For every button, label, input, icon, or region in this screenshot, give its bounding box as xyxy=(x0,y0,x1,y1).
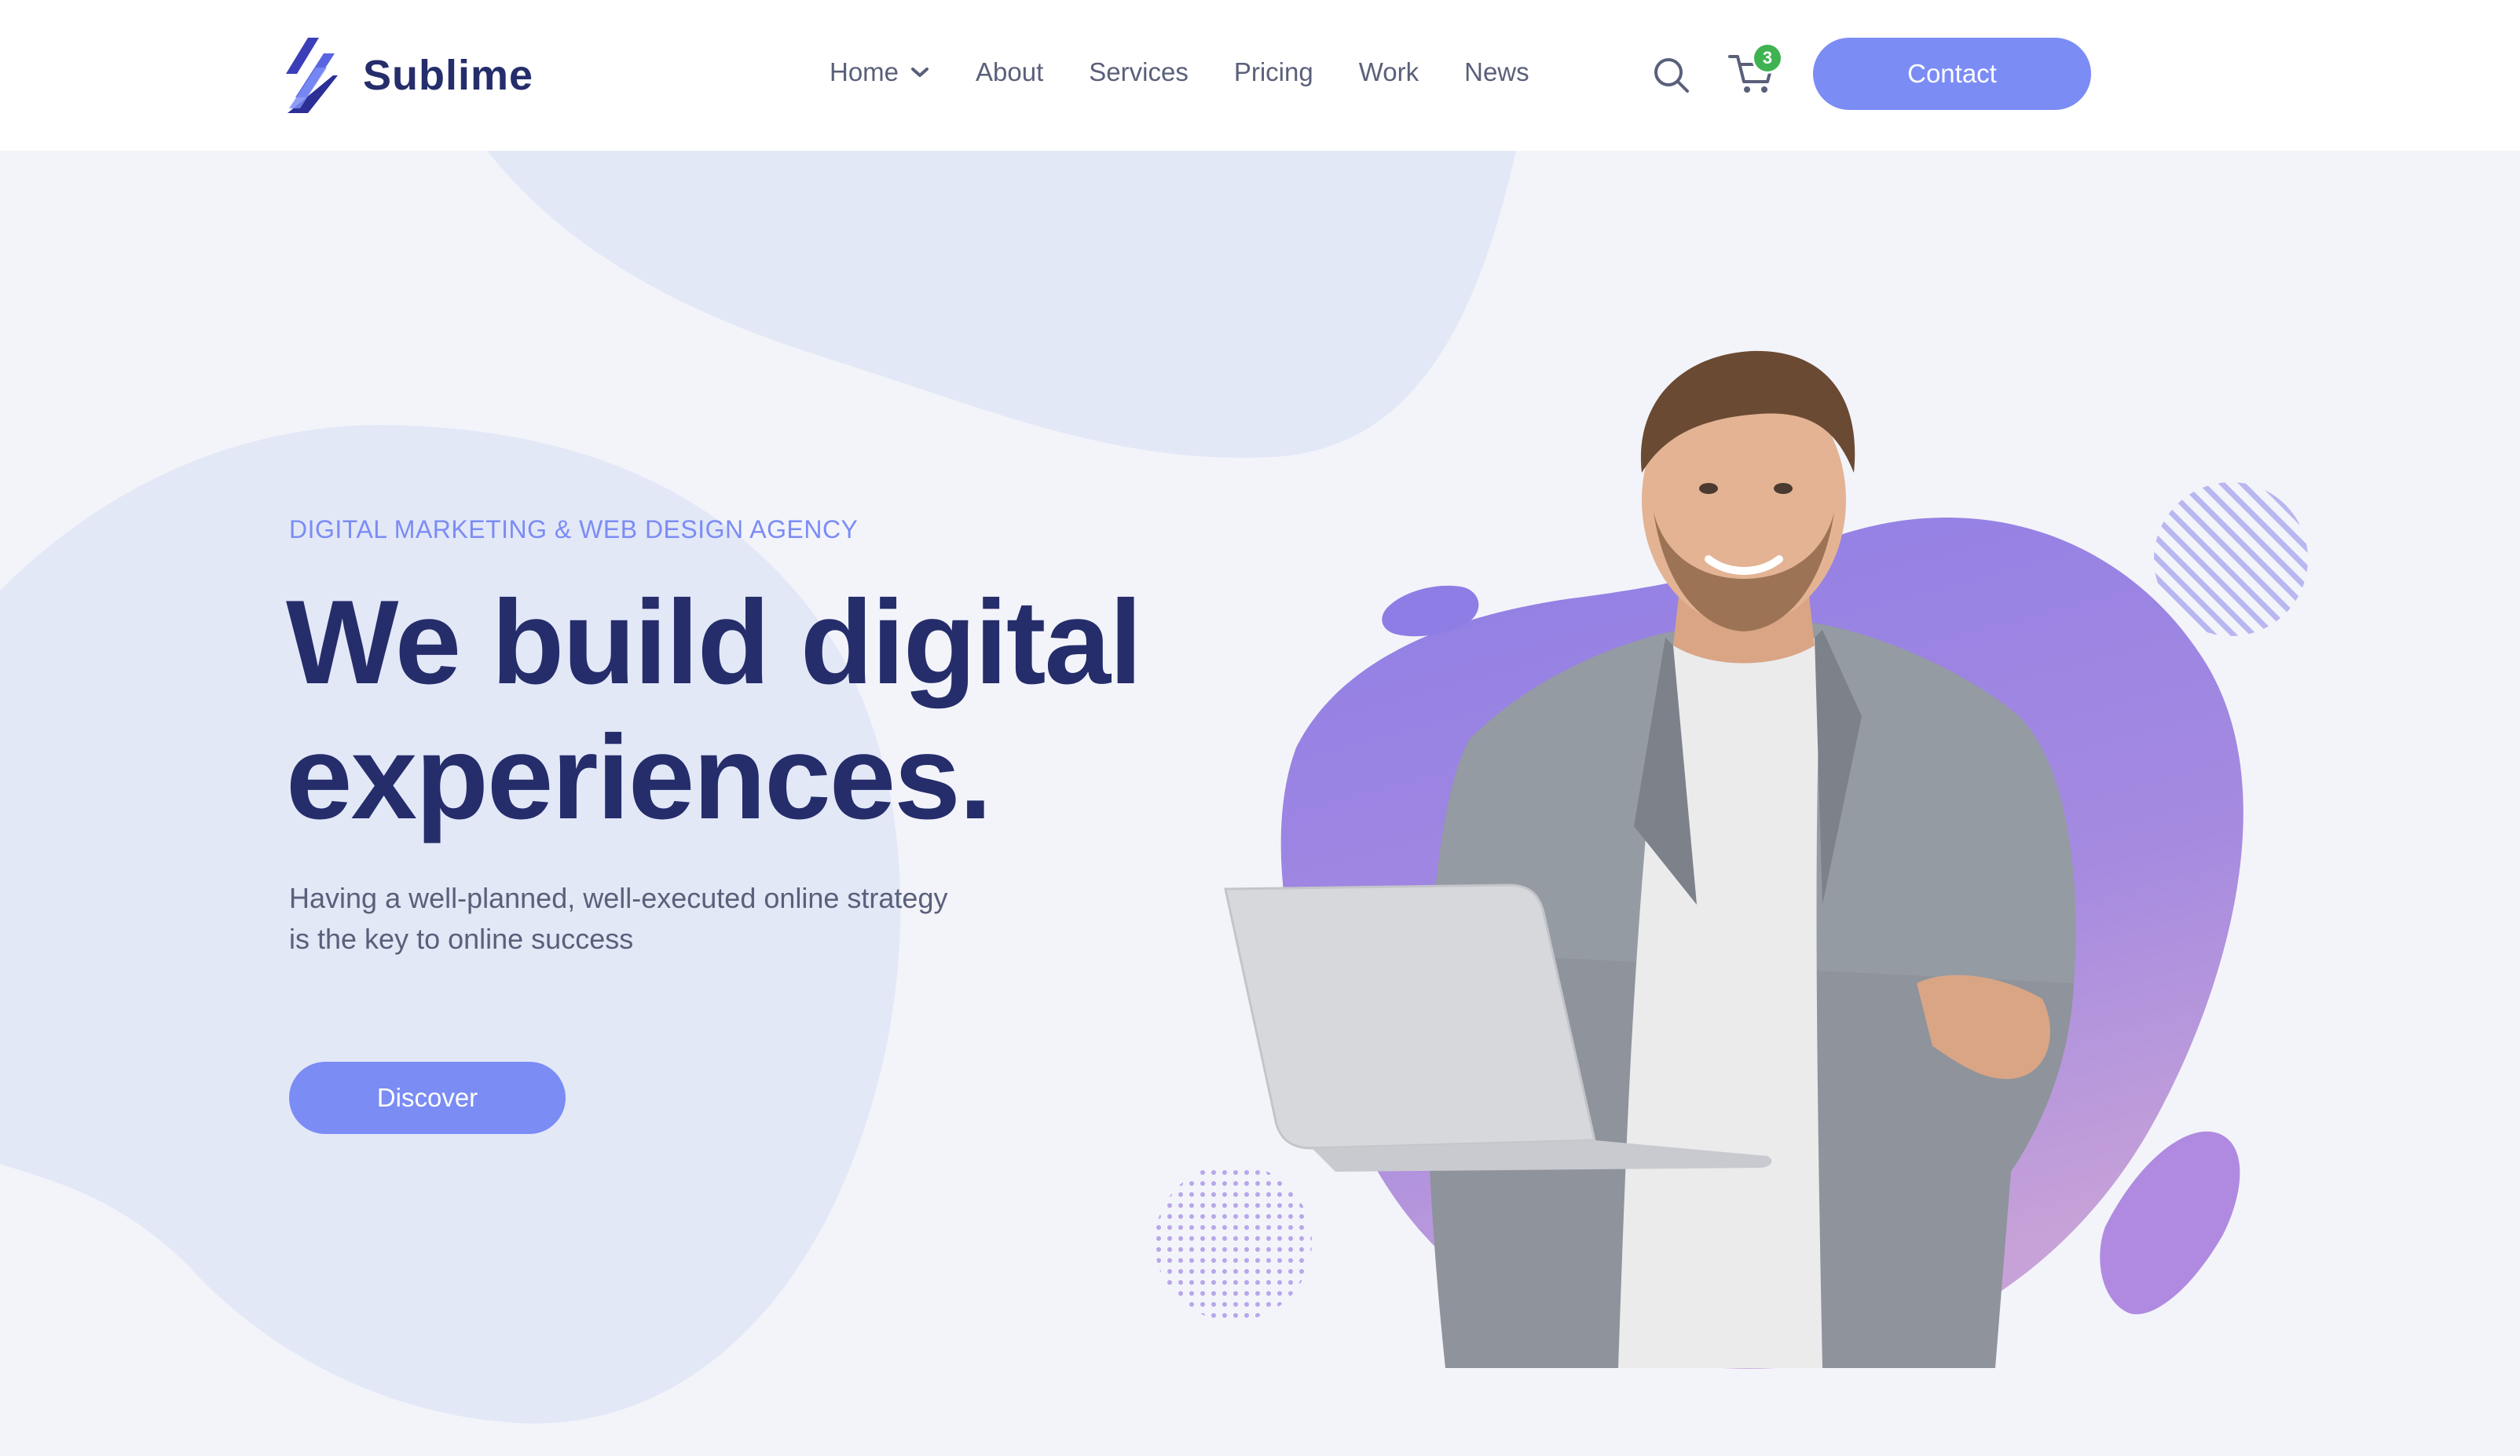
hero-headline-line2: experiences. xyxy=(286,711,992,844)
nav-item-label: About xyxy=(976,57,1044,86)
chevron-down-icon xyxy=(911,68,929,77)
person-figure xyxy=(1388,350,2076,1368)
nav-item-work[interactable]: Work xyxy=(1359,57,1419,87)
nav-item-label: Services xyxy=(1089,57,1189,86)
hero-subtext-line1: Having a well-planned, well-executed onl… xyxy=(289,882,948,914)
search-icon xyxy=(1654,58,1689,93)
main-menu: Home About Services Pricing Work News xyxy=(830,50,1529,94)
cart-count-badge: 3 xyxy=(1752,42,1783,74)
nav-item-home[interactable]: Home xyxy=(830,57,930,87)
search-button[interactable] xyxy=(1650,53,1694,97)
nav-item-label: Home xyxy=(830,57,899,86)
discover-button[interactable]: Discover xyxy=(289,1062,566,1134)
sublime-stripes-logo-icon xyxy=(286,38,338,113)
landing-page: Sublime Home About Services Pricing Work xyxy=(0,0,2520,1456)
hero-headline-line1: We build digital xyxy=(286,576,1142,709)
brand-name: Sublime xyxy=(363,52,534,99)
hero-illustration xyxy=(1155,350,2308,1369)
nav-item-services[interactable]: Services xyxy=(1089,57,1189,87)
navbar: Sublime Home About Services Pricing Work xyxy=(0,0,2520,151)
hero-subtext-line2: is the key to online success xyxy=(289,923,634,955)
nav-item-label: Work xyxy=(1358,57,1419,86)
nav-item-pricing[interactable]: Pricing xyxy=(1234,57,1313,87)
dotted-circle-decoration xyxy=(1155,1164,1312,1321)
nav-item-label: News xyxy=(1464,57,1529,86)
nav-item-about[interactable]: About xyxy=(976,57,1043,87)
hero-eyebrow: DIGITAL MARKETING & WEB DESIGN AGENCY xyxy=(289,515,859,543)
contact-button[interactable]: Contact xyxy=(1813,38,2091,110)
nav-item-label: Pricing xyxy=(1233,57,1313,86)
striped-circle-decoration xyxy=(2154,482,2308,636)
hero-section: DIGITAL MARKETING & WEB DESIGN AGENCY We… xyxy=(0,151,2520,1456)
hero-subtext: Having a well-planned, well-executed onl… xyxy=(289,878,996,960)
brand-logo[interactable]: Sublime xyxy=(284,35,533,116)
nav-item-news[interactable]: News xyxy=(1464,57,1529,87)
